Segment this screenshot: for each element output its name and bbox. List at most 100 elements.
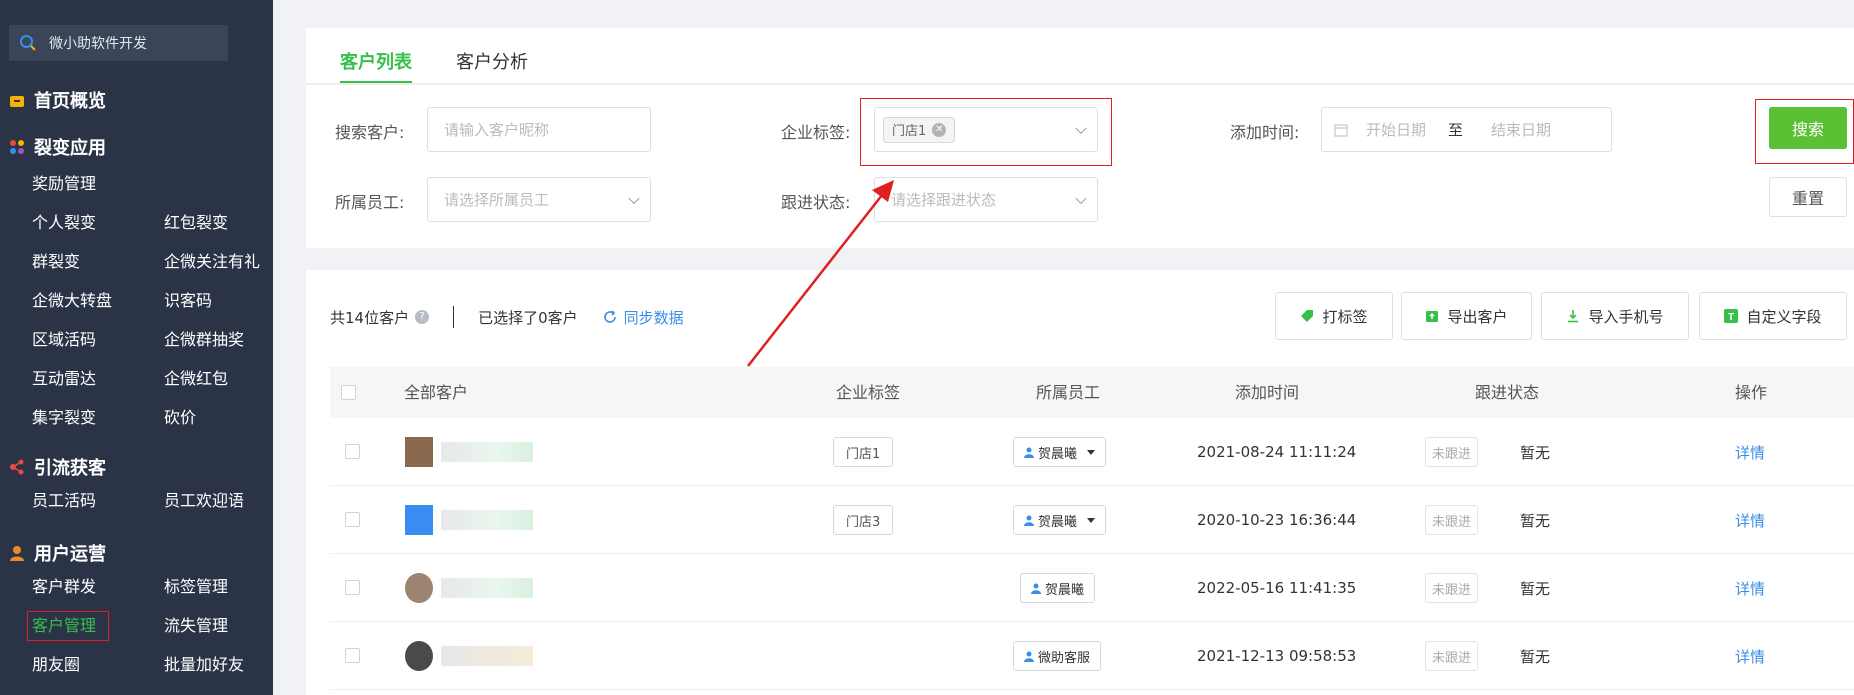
apps-icon <box>10 140 24 154</box>
total-count: 共14位客户 <box>330 308 410 327</box>
staff-dropdown[interactable]: 贺晨曦 <box>1013 505 1107 535</box>
nav-item-batch-add[interactable]: 批量加好友 <box>164 651 296 679</box>
row-follow-note: 暂无 <box>1520 443 1551 462</box>
text-field-icon: T <box>1724 309 1739 323</box>
customer-cell[interactable] <box>405 554 533 622</box>
nav-item-empty <box>164 170 296 198</box>
tab-customer-analysis[interactable]: 客户分析 <box>456 50 528 84</box>
row-follow-note: 暂无 <box>1520 579 1551 598</box>
caret-down-icon <box>1087 517 1096 523</box>
nav-fission[interactable]: 裂变应用 <box>0 133 273 161</box>
row-checkbox[interactable] <box>345 648 360 663</box>
export-customer-button[interactable]: 导出客户 <box>1401 292 1532 340</box>
nav-item-mass-send[interactable]: 客户群发 <box>32 573 164 601</box>
detail-link[interactable]: 详情 <box>1735 418 1765 486</box>
nav-traffic[interactable]: 引流获客 <box>0 453 273 481</box>
nav-item-customer-code[interactable]: 识客码 <box>164 287 296 315</box>
list-summary: 共14位客户 ? 已选择了0客户 同步数据 <box>330 306 684 328</box>
select-all-checkbox[interactable] <box>341 385 356 400</box>
person-icon <box>1024 651 1034 662</box>
nav-item-personal-fission[interactable]: 个人裂变 <box>32 209 164 237</box>
row-tag: 门店1 <box>833 437 894 467</box>
reset-button[interactable]: 重置 <box>1769 177 1847 217</box>
detail-link[interactable]: 详情 <box>1735 622 1765 690</box>
row-checkbox[interactable] <box>345 444 360 459</box>
date-separator: 至 <box>1448 121 1464 139</box>
tag-label: 企业标签: <box>781 123 851 142</box>
nav-item-area-code[interactable]: 区域活码 <box>32 326 164 354</box>
nav-item-tag-manage[interactable]: 标签管理 <box>164 573 296 601</box>
row-checkbox[interactable] <box>345 512 360 527</box>
row-add-time: 2021-12-13 09:58:53 <box>1197 647 1357 665</box>
date-range-picker[interactable]: 开始日期 至 结束日期 <box>1321 107 1612 152</box>
end-date-input[interactable]: 结束日期 <box>1491 119 1551 140</box>
customer-cell[interactable] <box>405 418 533 486</box>
nav-operation[interactable]: 用户运营 <box>0 539 273 567</box>
nav-item-redpacket-fission[interactable]: 红包裂变 <box>164 209 296 237</box>
tab-customer-list[interactable]: 客户列表 <box>340 50 412 84</box>
refresh-icon <box>603 310 616 323</box>
nav-item-redpacket[interactable]: 企微红包 <box>164 365 296 393</box>
table-row: 门店1 贺晨曦 2021-08-24 11:11:24 未跟进 暂无 详情 <box>330 418 1854 486</box>
search-highlight-box <box>1755 99 1854 164</box>
tag-button[interactable]: 打标签 <box>1275 292 1393 340</box>
customer-name-blurred <box>441 578 533 598</box>
custom-field-button[interactable]: T 自定义字段 <box>1699 292 1847 340</box>
tab-divider <box>306 83 1854 85</box>
search-input[interactable]: 请输入客户昵称 <box>427 107 651 152</box>
nav-item-follow-gift[interactable]: 企微关注有礼 <box>164 248 296 276</box>
nav-item-group-fission[interactable]: 群裂变 <box>32 248 164 276</box>
tag-highlight-box <box>860 98 1112 166</box>
nav-item-staff-code[interactable]: 员工活码 <box>32 487 164 515</box>
summary-divider <box>453 306 455 328</box>
nav-item-customer-manage[interactable]: 客户管理 <box>27 611 109 641</box>
detail-link[interactable]: 详情 <box>1735 554 1765 622</box>
row-follow-note: 暂无 <box>1520 511 1551 530</box>
row-checkbox[interactable] <box>345 580 360 595</box>
share-icon <box>10 459 24 475</box>
nav-item-bargain[interactable]: 砍价 <box>164 404 296 432</box>
nav-item-moments[interactable]: 朋友圈 <box>32 651 164 679</box>
staff-select[interactable]: 请选择所属员工 <box>427 177 651 222</box>
nav-item-churn-manage[interactable]: 流失管理 <box>164 612 296 640</box>
home-icon <box>10 96 24 107</box>
customer-list-card: 共14位客户 ? 已选择了0客户 同步数据 打标签 导出客户 导入手机号 T 自… <box>306 270 1854 695</box>
staff-tag: 微助客服 <box>1013 641 1102 671</box>
avatar <box>405 573 433 603</box>
row-status: 未跟进 <box>1425 505 1479 535</box>
import-phone-button[interactable]: 导入手机号 <box>1541 292 1689 340</box>
nav-item-word-fission[interactable]: 集字裂变 <box>32 404 164 432</box>
staff-dropdown[interactable]: 贺晨曦 <box>1013 437 1107 467</box>
brand-name: 微小助软件开发 <box>49 36 147 52</box>
search-label: 搜索客户: <box>335 123 405 142</box>
nav-item-group-lottery[interactable]: 企微群抽奖 <box>164 326 296 354</box>
row-add-time: 2021-08-24 11:11:24 <box>1197 443 1357 461</box>
nav-item-radar[interactable]: 互动雷达 <box>32 365 164 393</box>
calendar-icon <box>1334 124 1348 136</box>
customer-cell[interactable] <box>405 486 533 554</box>
nav-item-welcome[interactable]: 员工欢迎语 <box>164 487 296 515</box>
customer-cell[interactable] <box>405 622 533 690</box>
person-icon <box>1024 515 1034 526</box>
help-icon[interactable]: ? <box>415 310 430 324</box>
avatar <box>405 505 433 535</box>
nav-section-home: 首页概览 <box>0 86 273 114</box>
customer-name-blurred <box>441 510 533 530</box>
chevron-down-icon <box>628 192 640 204</box>
status-select[interactable]: 请选择跟进状态 <box>874 177 1098 222</box>
nav-item-reward[interactable]: 奖励管理 <box>32 170 164 198</box>
chevron-down-icon <box>1075 192 1087 204</box>
caret-down-icon <box>1087 449 1096 455</box>
sync-data-link[interactable]: 同步数据 <box>602 307 684 328</box>
nav-section-fission: 裂变应用 奖励管理 个人裂变 红包裂变 群裂变 企微关注有礼 企微大转盘 识客码… <box>0 133 273 432</box>
search-icon <box>20 35 36 51</box>
nav-home[interactable]: 首页概览 <box>0 86 273 114</box>
tag-icon <box>1301 310 1314 322</box>
start-date-input[interactable]: 开始日期 <box>1366 119 1426 140</box>
header-add-time: 添加时间 <box>1235 383 1300 402</box>
detail-link[interactable]: 详情 <box>1735 486 1765 554</box>
brand-search[interactable]: 微小助软件开发 <box>9 25 228 61</box>
header-staff: 所属员工 <box>1036 383 1101 402</box>
staff-tag: 贺晨曦 <box>1020 573 1096 603</box>
nav-item-wheel[interactable]: 企微大转盘 <box>32 287 164 315</box>
